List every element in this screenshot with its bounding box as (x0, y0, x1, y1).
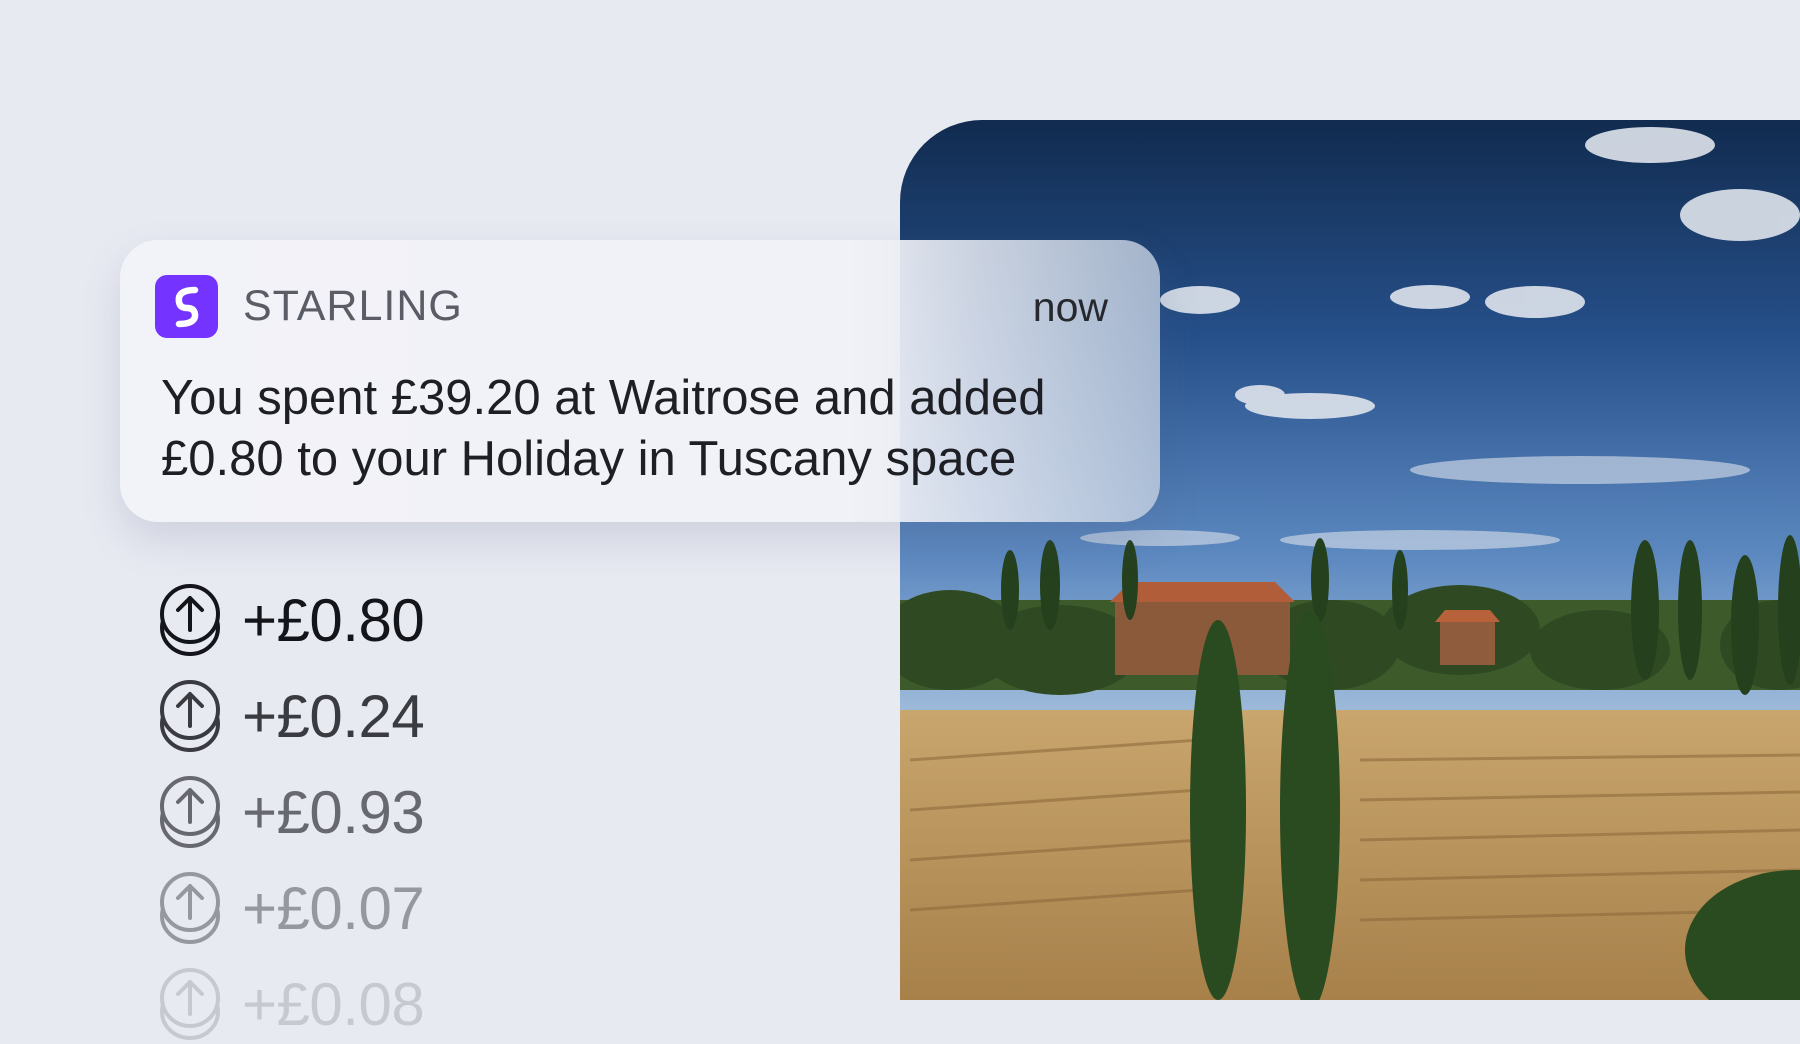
list-item: +£0.80 (158, 580, 658, 660)
coin-stack-arrow-up-icon (160, 680, 220, 752)
roundup-amount: +£0.24 (242, 682, 425, 750)
notification-time: now (1032, 284, 1108, 330)
notification-banner[interactable]: STARLING now You spent £39.20 at Waitros… (120, 240, 1160, 522)
roundup-amount: +£0.93 (242, 778, 425, 846)
coin-stack-arrow-up-icon (160, 968, 220, 1040)
app-name: STARLING (243, 282, 463, 330)
list-item: +£0.08 (158, 964, 658, 1044)
list-item: +£0.93 (158, 772, 658, 852)
roundup-amount: +£0.80 (242, 586, 425, 654)
list-item: +£0.24 (158, 676, 658, 756)
roundup-amount: +£0.08 (242, 970, 425, 1038)
list-item: +£0.07 (158, 868, 658, 948)
starling-logo-icon (155, 275, 218, 338)
coin-stack-arrow-up-icon (160, 776, 220, 848)
coin-stack-arrow-up-icon (160, 584, 220, 656)
notification-message: You spent £39.20 at Waitrose and added £… (161, 371, 1046, 486)
roundup-amount: +£0.07 (242, 874, 425, 942)
coin-stack-arrow-up-icon (160, 872, 220, 944)
